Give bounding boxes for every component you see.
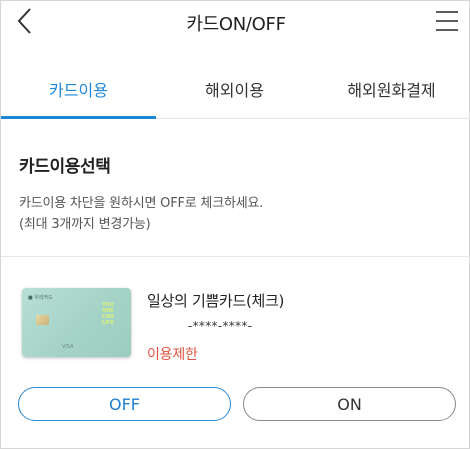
card-name: 일상의 기쁨카드(체크) [147, 292, 285, 310]
card-bank-mark: ■ 우리카드 [28, 295, 53, 301]
card-brand-mark: VISA [62, 344, 74, 350]
hamburger-menu-icon [436, 11, 458, 31]
section-title: 카드이용선택 [19, 157, 111, 177]
page-title: 카드ON/OFF [186, 14, 286, 35]
app-header: 카드ON/OFF [1, 1, 470, 43]
card-number: -****-****- [188, 319, 253, 333]
tab-bar: 카드이용 해외이용 해외원화결제 [1, 59, 470, 119]
section-description: 카드이용 차단을 원하시면 OFF로 체크하세요. [19, 196, 264, 211]
card-chip [36, 315, 49, 325]
section-description-note: (최대 3개까지 변경가능) [19, 217, 151, 232]
card-status-badge: 이용제한 [147, 347, 198, 363]
card-logo: YOU ONE LIKE LIFE [102, 302, 115, 326]
tab-card-usage[interactable]: 카드이용 [1, 59, 156, 119]
card-image: ■ 우리카드 YOU ONE LIKE LIFE VISA [22, 288, 131, 357]
off-button[interactable]: OFF [18, 387, 231, 421]
menu-button[interactable] [433, 7, 461, 35]
tab-overseas-usage[interactable]: 해외이용 [156, 59, 313, 119]
on-button[interactable]: ON [243, 387, 456, 421]
app-frame: 카드ON/OFF 카드이용 해외이용 해외원화결제 카드이용선택 카드이용 차단… [0, 0, 470, 449]
divider [1, 256, 470, 257]
tab-overseas-won-payment[interactable]: 해외원화결제 [313, 59, 470, 119]
active-tab-indicator [1, 116, 156, 119]
